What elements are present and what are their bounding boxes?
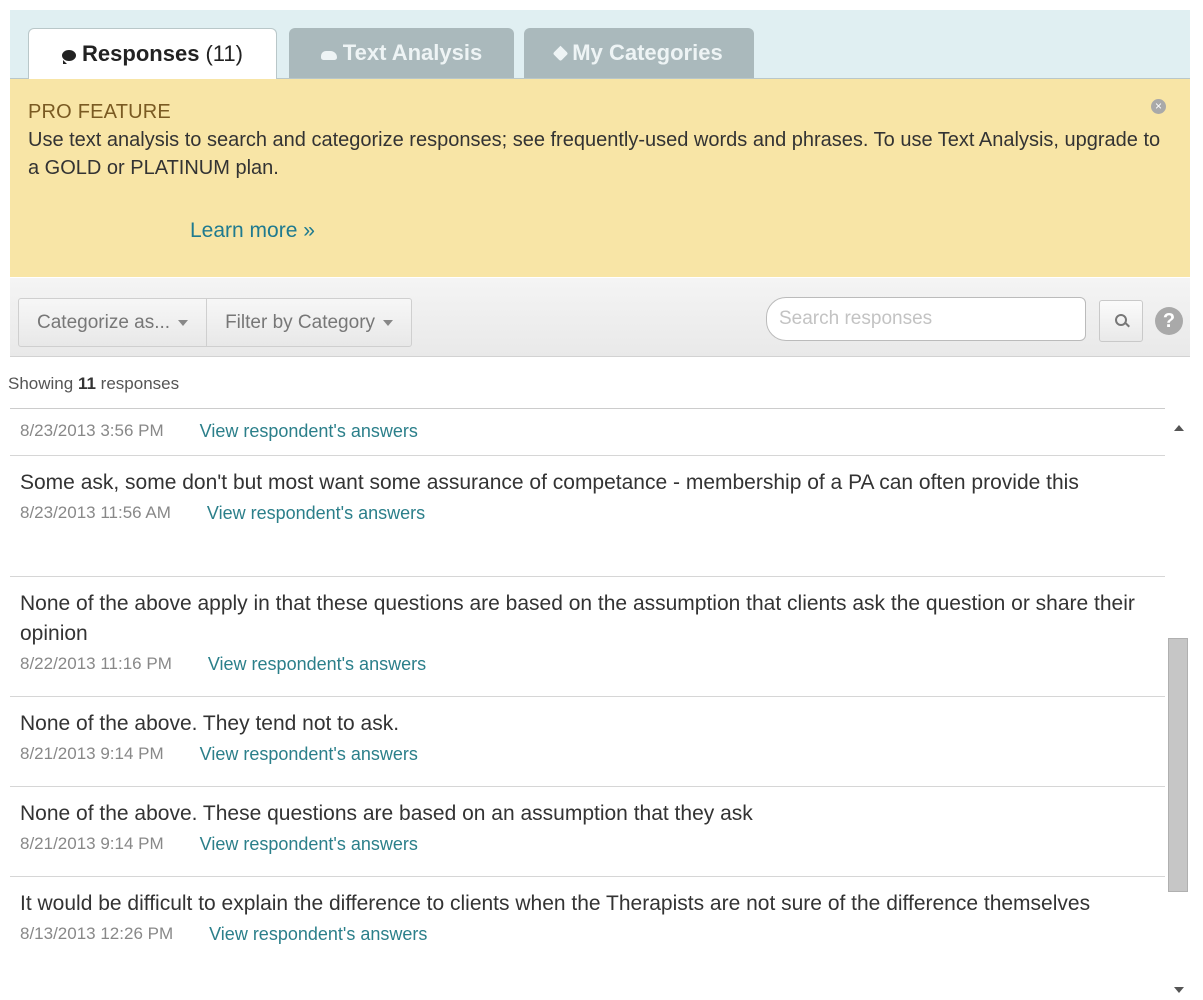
response-list: 8/23/2013 3:56 PM View respondent's answ… bbox=[10, 408, 1165, 1000]
response-date: 8/23/2013 3:56 PM bbox=[20, 421, 164, 440]
response-text: None of the above apply in that these qu… bbox=[20, 592, 1135, 645]
tab-my-categories[interactable]: My Categories bbox=[524, 28, 754, 78]
response-date: 8/22/2013 11:16 PM bbox=[20, 654, 172, 673]
response-toolbar: Categorize as... Filter by Category ? bbox=[10, 278, 1190, 357]
view-respondent-answers-link[interactable]: View respondent's answers bbox=[207, 503, 425, 524]
chevron-down-icon bbox=[383, 319, 394, 326]
view-respondent-answers-link[interactable]: View respondent's answers bbox=[208, 654, 426, 675]
list-item: None of the above. These questions are b… bbox=[10, 787, 1165, 877]
tab-text-analysis-label: Text Analysis bbox=[342, 40, 483, 65]
list-item: 8/23/2013 3:56 PM View respondent's answ… bbox=[10, 409, 1165, 456]
response-text: None of the above. They tend not to ask. bbox=[20, 712, 400, 735]
category-button-group: Categorize as... Filter by Category bbox=[18, 298, 413, 347]
speech-bubble-icon bbox=[62, 49, 77, 64]
response-text: None of the above. These questions are b… bbox=[20, 802, 753, 825]
list-item: None of the above apply in that these qu… bbox=[10, 577, 1165, 697]
tab-text-analysis[interactable]: Text Analysis bbox=[289, 28, 514, 78]
response-date: 8/23/2013 11:56 AM bbox=[20, 503, 171, 522]
tab-responses-count: (11) bbox=[205, 41, 243, 66]
learn-more-link[interactable]: Learn more » bbox=[190, 219, 315, 243]
response-text: Some ask, some don't but most want some … bbox=[20, 471, 1079, 494]
scroll-down-arrow-icon[interactable] bbox=[1174, 987, 1184, 993]
scroll-up-arrow-icon[interactable] bbox=[1174, 425, 1184, 431]
tab-my-categories-label: My Categories bbox=[572, 40, 723, 65]
help-icon[interactable]: ? bbox=[1155, 307, 1183, 335]
summary-count: 11 bbox=[77, 374, 96, 393]
search-button[interactable] bbox=[1099, 300, 1143, 342]
view-respondent-answers-link[interactable]: View respondent's answers bbox=[209, 924, 427, 945]
banner-body: Use text analysis to search and categori… bbox=[28, 129, 1161, 179]
search-input[interactable] bbox=[766, 297, 1086, 341]
tab-responses-label: Responses bbox=[82, 41, 200, 66]
tab-responses[interactable]: Responses (11) bbox=[28, 28, 277, 79]
response-date: 8/21/2013 9:14 PM bbox=[20, 744, 164, 763]
view-respondent-answers-link[interactable]: View respondent's answers bbox=[200, 744, 418, 765]
categorize-as-dropdown[interactable]: Categorize as... bbox=[19, 299, 206, 346]
filter-by-category-dropdown[interactable]: Filter by Category bbox=[206, 299, 411, 346]
chevron-down-icon bbox=[178, 319, 189, 326]
response-text: It would be difficult to explain the dif… bbox=[20, 892, 1091, 915]
tab-bar: Responses (11) Text Analysis My Categori… bbox=[10, 10, 1190, 79]
list-item: Some ask, some don't but most want some … bbox=[10, 456, 1165, 577]
response-count-summary: Showing 11 responses bbox=[8, 374, 179, 394]
list-item: None of the above. They tend not to ask.… bbox=[10, 697, 1165, 787]
search-icon bbox=[1115, 314, 1127, 326]
summary-prefix: Showing bbox=[8, 374, 74, 393]
close-icon[interactable]: × bbox=[1151, 99, 1166, 114]
response-date: 8/13/2013 12:26 PM bbox=[20, 924, 174, 943]
cloud-icon bbox=[320, 50, 337, 60]
scrollbar[interactable] bbox=[1165, 408, 1191, 999]
filter-by-category-label: Filter by Category bbox=[225, 311, 376, 333]
banner-title: PRO FEATURE bbox=[28, 101, 171, 123]
response-date: 8/21/2013 9:14 PM bbox=[20, 834, 164, 853]
view-respondent-answers-link[interactable]: View respondent's answers bbox=[200, 421, 418, 442]
categorize-as-label: Categorize as... bbox=[37, 311, 171, 333]
summary-suffix: responses bbox=[100, 374, 180, 393]
tag-icon bbox=[553, 45, 569, 61]
pro-feature-banner: PRO FEATURE Use text analysis to search … bbox=[10, 79, 1190, 277]
view-respondent-answers-link[interactable]: View respondent's answers bbox=[200, 834, 418, 855]
list-item: It would be difficult to explain the dif… bbox=[10, 877, 1165, 1000]
scrollbar-thumb[interactable] bbox=[1168, 638, 1188, 892]
